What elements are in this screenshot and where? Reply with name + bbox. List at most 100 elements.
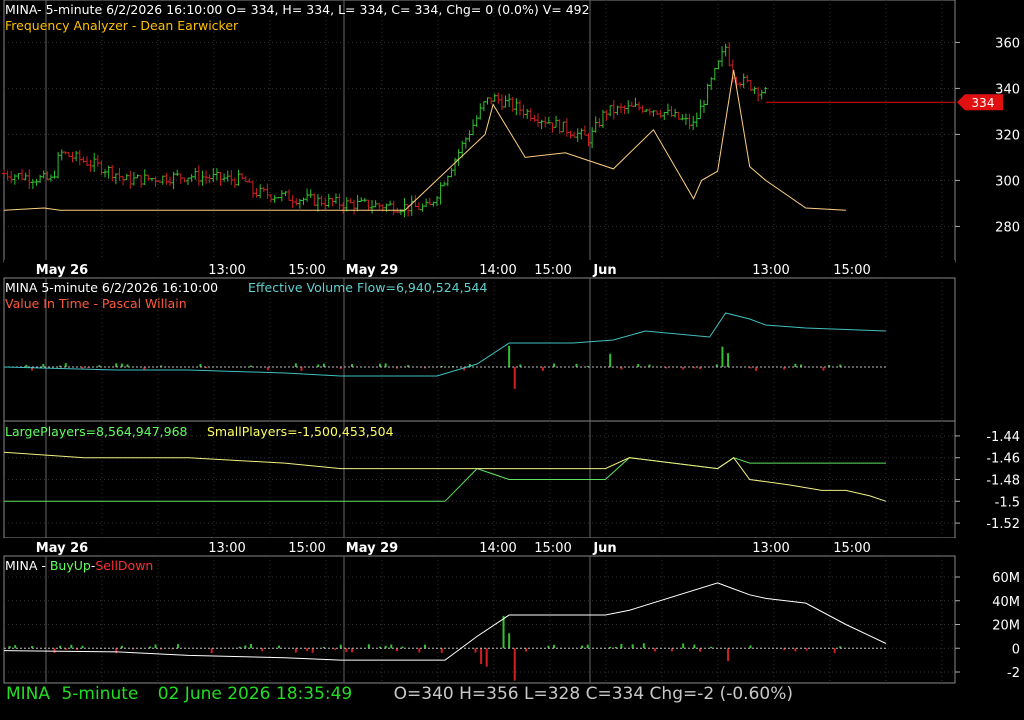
panel-frame-4 [3, 555, 956, 684]
buysell-bar [306, 648, 309, 652]
axis2-tick-label: May 26 [36, 541, 88, 556]
buysell-bar [513, 648, 516, 681]
buysell-bar [698, 648, 701, 652]
y-tick-label: -1.46 [986, 452, 1020, 467]
status-interval: 5-minute [61, 684, 139, 704]
buysell-bar [367, 644, 370, 649]
axis2-tick-label: Jun [592, 541, 616, 556]
frequency-analyzer-label: Frequency Analyzer - Dean Earwicker [5, 18, 239, 33]
buysell-bar [727, 648, 730, 662]
vit-bar [120, 363, 123, 367]
buysell-bar [508, 633, 511, 649]
vit-bar [682, 367, 685, 370]
vit-bar [294, 363, 297, 367]
vit-bar [322, 363, 325, 367]
buysell-bar [418, 648, 421, 653]
axis2-tick-label: 14:00 [479, 541, 516, 556]
axis1-tick-label: 15:00 [833, 263, 870, 278]
evf-label: Effective Volume Flow=6,940,524,544 [248, 280, 488, 295]
y-tick-label: -1.52 [986, 517, 1020, 532]
axis2-tick-label: May 29 [346, 541, 398, 556]
buysell-bar [833, 648, 836, 654]
buysell-bar [278, 645, 281, 649]
axis1-tick-label: 13:00 [752, 263, 789, 278]
status-datetime: 02 June 2026 18:35:49 [157, 684, 353, 704]
buysell-bar [249, 643, 252, 649]
buysell-bar [480, 648, 483, 665]
axis1-tick-label: 14:00 [479, 263, 516, 278]
buysell-bar [294, 648, 297, 653]
buysell-bar [620, 643, 623, 649]
axis1-tick-label: May 26 [36, 263, 88, 278]
panel4-sep1: - [37, 558, 50, 573]
y-tick-label: 360 [995, 36, 1020, 51]
buysell-bar [474, 648, 477, 653]
buysell-bar [682, 643, 685, 649]
axis2-tick-label: 15:00 [833, 541, 870, 556]
y-tick-label: -1.44 [986, 430, 1020, 445]
vit-bar [822, 367, 825, 371]
buysell-bar [334, 648, 337, 650]
buysell-bar [440, 648, 443, 653]
axis2-tick-label: 15:00 [288, 541, 325, 556]
buysell-bar [710, 646, 713, 649]
axis1-tick-label: 15:00 [534, 263, 571, 278]
vit-bar [541, 367, 544, 371]
axis2-tick-label: 13:00 [752, 541, 789, 556]
small-players-label: SmallPlayers=-1,500,453,504 [207, 424, 394, 439]
selldown-label: SellDown [95, 558, 154, 573]
panel4-title: MINA - BuyUp-SellDown [5, 558, 153, 573]
status-bar: MINA 5-minute 02 June 2026 18:35:49 O=34… [6, 684, 793, 704]
stock-chart[interactable]: May 26 13:00 15:00 May 29 14:00 15:00 Jun 13:00… [0, 0, 1024, 720]
last-price-badge-text: 334 [972, 96, 995, 110]
buysell-bar [502, 615, 505, 649]
panel2-title: MINA 5-minute 6/2/2026 16:10:00 [5, 280, 219, 295]
y-tick-label: 20M [992, 619, 1020, 634]
axis1-tick-label: May 29 [346, 263, 398, 278]
buysell-bar [586, 644, 589, 649]
vit-bar [384, 363, 387, 367]
y-tick-label: 300 [995, 174, 1020, 189]
axis1-tick-label: 15:00 [288, 263, 325, 278]
buysell-bar [654, 648, 657, 652]
panel4-symbol: MINA [5, 558, 38, 573]
buysell-bar [210, 648, 213, 654]
buysell-bar [642, 643, 645, 649]
vit-bar [727, 353, 730, 367]
y-tick-label: 60M [992, 571, 1020, 586]
buysell-bar [176, 644, 179, 649]
axis1-tick-label: 13:00 [208, 263, 245, 278]
buysell-bar [311, 648, 314, 653]
vit-bar [755, 367, 758, 371]
y-tick-label: -1.48 [986, 474, 1020, 489]
vit-bar [553, 363, 556, 367]
large-players-label: LargePlayers=8,564,947,968 [5, 424, 188, 439]
buysell-bar [115, 648, 118, 654]
buysell-bar [553, 644, 556, 649]
buysell-bar [390, 644, 393, 649]
y-tick-label: 0 [1012, 642, 1020, 657]
axis2-tick-label: 15:00 [534, 541, 571, 556]
vit-bar [300, 367, 303, 371]
status-symbol: MINA [6, 684, 51, 704]
vit-bar [249, 365, 252, 367]
axis1-tick-label: Jun [592, 263, 616, 278]
frequency-line [3, 69, 846, 211]
buysell-bar [345, 648, 348, 653]
panel1-title: MINA- 5-minute 6/2/2026 16:10:00 O= 334,… [5, 2, 590, 17]
vit-bar [609, 353, 612, 367]
buysell-bar [70, 644, 73, 649]
buysell-bar [485, 648, 488, 667]
buysell-bar [154, 644, 157, 649]
vit-bar [115, 363, 118, 367]
y-tick-label: -1.5 [995, 495, 1020, 510]
buysell-bar [631, 644, 634, 649]
buysell-bar [423, 644, 426, 649]
buysell-bar [14, 645, 17, 649]
buyup-label: BuyUp [49, 558, 91, 573]
buysell-bar [350, 648, 353, 653]
y-tick-label: 40M [992, 595, 1020, 610]
y-tick-label: 320 [995, 128, 1020, 143]
vit-bar [513, 367, 516, 389]
status-ohlc: O=340 H=356 L=328 C=334 Chg=-2 (-0.60%) [393, 684, 793, 704]
